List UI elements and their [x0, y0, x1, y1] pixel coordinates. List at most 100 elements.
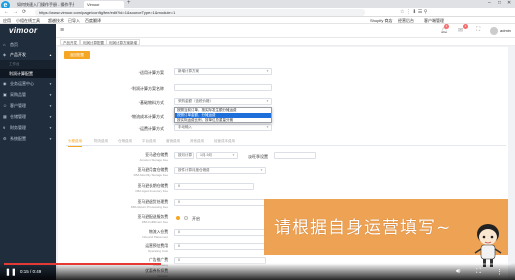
cost-input[interactable]: 0: [174, 199, 266, 206]
dropdown-option[interactable]: 按实际运费比例，按单位总重量分摊: [175, 118, 271, 123]
message-badge: 1: [463, 24, 468, 29]
sidebar-item-label: 财务管理: [10, 125, 26, 130]
sidebar-item-home[interactable]: ⌂ 首页: [0, 40, 56, 50]
sidebar-item-label: 采购品管: [10, 92, 26, 97]
video-progress-fill: [4, 263, 162, 265]
home-icon: ⌂: [3, 42, 6, 47]
browser-tab-active[interactable]: Vimoor: [84, 1, 124, 8]
url-input[interactable]: https://www.vimoor.com/page/config/fee/e…: [35, 9, 365, 16]
cost-input[interactable]: 0: [174, 243, 266, 250]
extension-icons[interactable]: ☆ ⋮ ⬇ ☰ ⚲: [400, 9, 427, 15]
sidebar-item-purchasing[interactable]: ▣ 采购品管 ▼: [0, 90, 56, 100]
breadcrumb-tab[interactable]: 利润计算配置: [80, 39, 107, 45]
bookmark-item[interactable]: 经营后台: [398, 17, 414, 24]
chevron-down-icon: ▼: [49, 137, 52, 141]
fullscreen-icon[interactable]: ⛶: [476, 268, 481, 276]
bookmark-item[interactable]: 超越技术: [48, 17, 64, 24]
cost-input[interactable]: 0: [174, 229, 266, 236]
back-icon[interactable]: ←: [4, 9, 9, 15]
sidebar-item-customers[interactable]: ☺ 客户管理 ▼: [0, 101, 56, 111]
bookmark-item[interactable]: Shopify 商店: [370, 17, 392, 24]
field-label: *运费计算方式: [138, 126, 164, 131]
breadcrumb-tab[interactable]: 产品开发: [60, 39, 80, 45]
tab-platform[interactable]: 平台费用: [142, 137, 156, 146]
radio-on[interactable]: [176, 216, 180, 220]
operations-icon: ◉: [3, 81, 7, 86]
cost-input[interactable]: 0: [174, 183, 254, 190]
logo-area: vimoor: [0, 24, 56, 38]
base-material-select[interactable]: 采购金额（含税价格） ▼: [174, 98, 272, 105]
maximize-icon[interactable]: □: [498, 0, 501, 6]
cost-row-sublabel: FBA Monthly Storage Fee: [133, 173, 168, 177]
sidebar-item-label: 仓储管理: [10, 114, 26, 119]
chevron-down-icon: ▼: [49, 126, 52, 130]
cost-row-sublabel: FBA Aged Inventory Fee: [135, 189, 168, 193]
field-label: *物流成本计算方式: [130, 114, 164, 119]
cost-input[interactable]: 按件计算月度仓储费 ▼: [174, 167, 266, 174]
chevron-down-icon: ▼: [266, 125, 269, 129]
browser-tab[interactable]: 如何快速入门操作手册 - 操作手册: [14, 1, 74, 8]
pause-icon[interactable]: ❚❚: [5, 268, 17, 276]
scheme-select[interactable]: 新增计算方案 ▼: [174, 68, 272, 75]
tab-marketing[interactable]: 营销费用: [166, 137, 180, 146]
sidebar-subitem-profit-config[interactable]: 利润计算配置: [0, 69, 56, 78]
tab-storage[interactable]: 仓储费用: [118, 137, 132, 146]
avatar[interactable]: [490, 27, 498, 35]
gear-icon: ⚙: [3, 136, 7, 141]
bookmark-item[interactable]: 已导入: [68, 17, 80, 24]
bookmark-item[interactable]: 应用: [3, 17, 11, 24]
menu-toggle-icon[interactable]: ≡: [60, 27, 64, 34]
freight-method-select[interactable]: 手动输入 ▼: [174, 124, 272, 131]
fullscreen-icon[interactable]: ⛶: [476, 27, 480, 34]
cost-row-sublabel: Amazon Storage Fee: [139, 158, 168, 162]
video-time: 0:15 / 0:49: [20, 269, 42, 274]
breadcrumb-tab-active[interactable]: 利润计算方案新增: [106, 39, 140, 45]
tab-operating[interactable]: 经营成本费用: [214, 137, 235, 146]
address-bar: ← → ⟳ https://www.vimoor.com/page/config…: [0, 8, 515, 17]
tab-first-leg[interactable]: 头程费用: [68, 137, 82, 147]
scheme-name-input[interactable]: [174, 84, 272, 91]
chevron-down-icon: ▼: [266, 69, 269, 73]
bookmarks-bar: 应用 小组在线工具 超越技术 已导入 百度翻译 Shopify 商店 经营后台 …: [0, 17, 515, 24]
bookmark-item[interactable]: 百度翻译: [85, 17, 101, 24]
caption-text: 请根据自身运营填写~: [274, 218, 452, 238]
chevron-down-icon: ▼: [232, 153, 235, 157]
sidebar-item-finance[interactable]: ¥ 财务管理 ▼: [0, 123, 56, 133]
finance-icon: ¥: [3, 125, 6, 130]
cost-input[interactable]: 1月-9月 ▼: [196, 152, 238, 159]
sidebar: ⌂ 首页 ◈ 产品开发 ▲ 工作台 利润计算配置 ◉ 业务运营中心 ▼ ▣ 采购…: [0, 38, 56, 280]
chevron-down-icon: ▼: [49, 104, 52, 108]
sidebar-item-label: 产品开发: [10, 52, 26, 57]
reload-icon[interactable]: ⟳: [22, 9, 26, 15]
app-header: vimoor ≡ 🔔︎ 4 ✉ 1 ⛶ admin: [0, 24, 515, 38]
message-icon[interactable]: ✉: [458, 27, 463, 34]
volume-icon[interactable]: 🔊︎: [456, 268, 460, 276]
back-to-config-button[interactable]: 返回配置: [64, 51, 90, 59]
radio-label: 开启: [192, 216, 200, 221]
sidebar-item-settings[interactable]: ⚙ 系统配置 ▼: [0, 134, 56, 144]
sidebar-item-warehouse[interactable]: ▦ 仓储管理 ▼: [0, 112, 56, 122]
minimize-icon[interactable]: –: [488, 0, 491, 6]
field-label: *适用计算方案: [138, 70, 164, 75]
user-name[interactable]: admin: [500, 28, 511, 33]
new-tab-icon[interactable]: +: [127, 0, 131, 6]
cost-input[interactable]: 按月计算: [174, 152, 194, 159]
sidebar-item-operations[interactable]: ◉ 业务运营中心 ▼: [0, 79, 56, 89]
sidebar-item-product-dev[interactable]: ◈ 产品开发 ▲: [0, 50, 56, 60]
cost-input[interactable]: [274, 152, 316, 159]
tab-other[interactable]: 其他费用: [190, 137, 204, 146]
chevron-down-icon: ▼: [266, 99, 269, 103]
cost-row-sublabel: Operating Cost: [147, 249, 168, 253]
video-progress-bar[interactable]: [4, 263, 511, 265]
bookmark-item[interactable]: 客户端管理: [424, 17, 444, 24]
forward-icon[interactable]: →: [13, 9, 18, 15]
more-options-icon[interactable]: ⋮: [496, 268, 503, 276]
logistics-method-dropdown[interactable]: 按照当前订单，按实际发生额分摊运费 按照订单金额，分摊运费 按实际运费比例，按单…: [174, 107, 272, 123]
sidebar-subitem-workbench[interactable]: 工作台: [0, 60, 56, 69]
purchase-icon: ▣: [3, 92, 7, 97]
radio-off[interactable]: [184, 216, 188, 220]
close-icon[interactable]: ✕: [507, 0, 511, 6]
bookmark-item[interactable]: 小组在线工具: [16, 17, 40, 24]
field-label: *基础物料方式: [138, 100, 164, 105]
tab-logistics[interactable]: 物流费用: [94, 137, 108, 146]
